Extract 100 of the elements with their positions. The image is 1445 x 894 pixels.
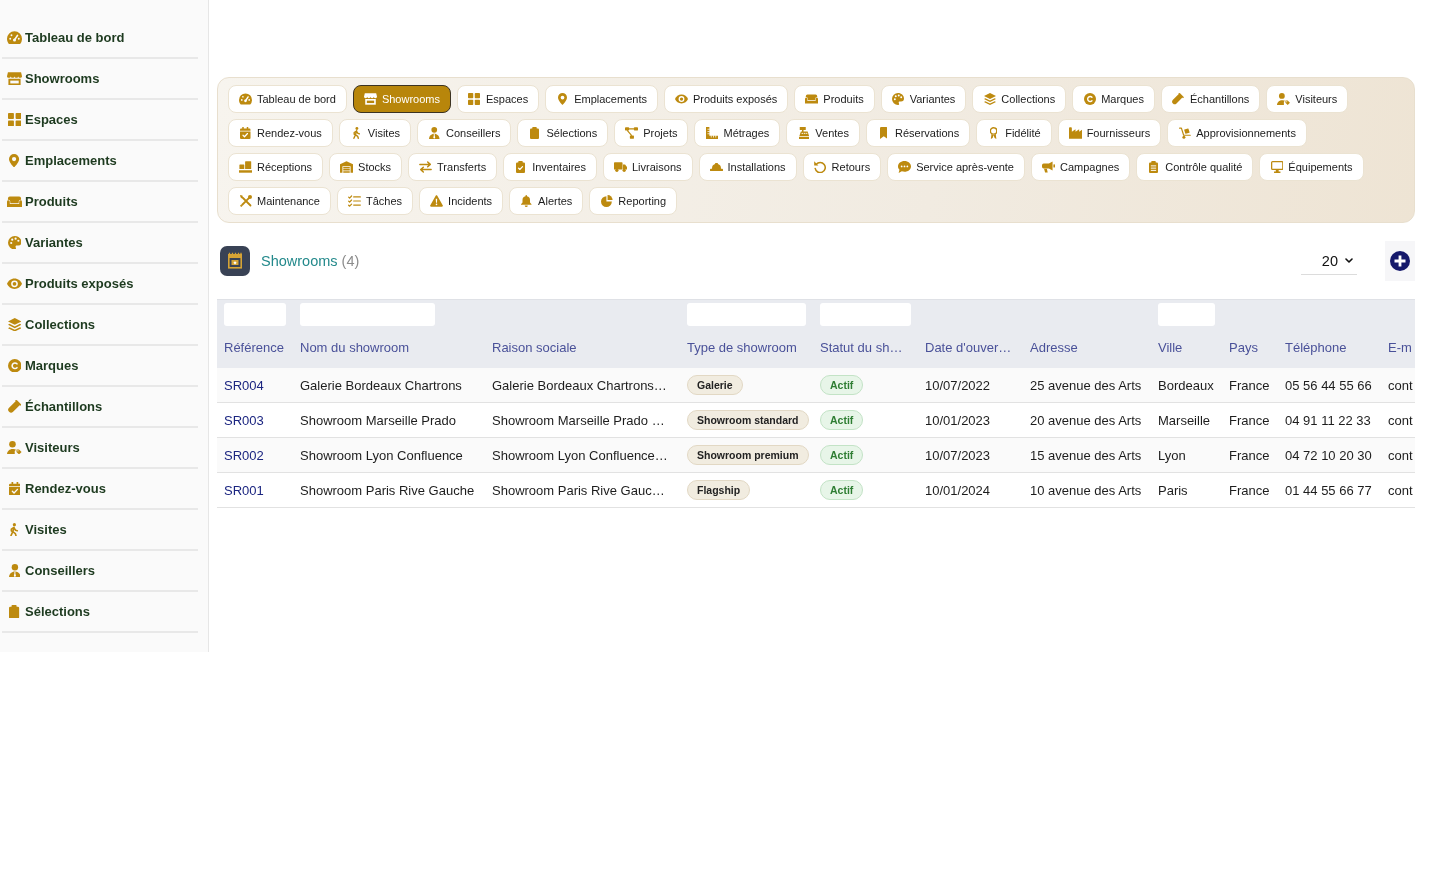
table-cell: Showroom Marseille Prado <box>293 402 485 438</box>
module-tab[interactable]: Emplacements <box>545 85 658 113</box>
layers-icon <box>7 317 22 332</box>
column-header[interactable]: Référence <box>224 340 284 356</box>
module-tab[interactable]: Incidents <box>419 187 504 215</box>
module-tab[interactable]: Marques <box>1072 85 1155 113</box>
checklist-icon <box>348 195 361 207</box>
module-tab[interactable]: Conseillers <box>417 119 512 147</box>
module-tab[interactable]: Ventes <box>786 119 860 147</box>
column-header[interactable]: Ville <box>1158 340 1183 356</box>
clipboard-icon <box>530 127 540 139</box>
store-icon <box>363 93 377 105</box>
module-tab[interactable]: Reporting <box>589 187 678 215</box>
table-cell: 05 56 44 55 66 <box>1278 368 1381 403</box>
type-badge: Showroom standard <box>687 410 809 430</box>
chat-icon <box>898 161 912 173</box>
sidebar-item[interactable]: Showrooms <box>2 59 198 100</box>
pie-chart-icon <box>601 195 613 207</box>
sidebar-item[interactable]: Visiteurs <box>2 428 198 469</box>
module-tab[interactable]: Sélections <box>517 119 609 147</box>
module-tab[interactable]: Stocks <box>329 153 403 181</box>
monitor-icon <box>1270 161 1284 173</box>
column-header[interactable]: Statut du sh… <box>820 340 903 356</box>
module-tab[interactable]: Échantillons <box>1160 85 1261 113</box>
column-header[interactable]: Type de showroom <box>687 340 797 356</box>
column-header[interactable]: Raison sociale <box>492 340 577 356</box>
sidebar-item[interactable]: Échantillons <box>2 387 198 428</box>
reference-link[interactable]: SR003 <box>224 412 264 428</box>
module-tab[interactable]: Produits <box>794 85 875 113</box>
module-tab[interactable]: Campagnes <box>1030 153 1131 181</box>
module-tab[interactable]: Inventaires <box>503 153 597 181</box>
module-tab[interactable]: Service après-vente <box>887 153 1025 181</box>
sidebar-item[interactable]: Produits exposés <box>2 264 198 305</box>
gauge-icon <box>7 30 22 45</box>
type-badge: Flagship <box>687 480 751 500</box>
table-cell: 25 avenue des Arts <box>1023 368 1151 403</box>
module-tab[interactable]: Projets <box>614 119 689 147</box>
table-cell: cont <box>1381 437 1415 473</box>
column-header[interactable]: Nom du showroom <box>300 340 410 356</box>
copyright-icon <box>1083 93 1096 105</box>
palette-icon <box>892 93 905 105</box>
sidebar-item[interactable]: Conseillers <box>2 551 198 592</box>
add-button[interactable] <box>1385 241 1415 281</box>
user-tie-icon <box>429 127 440 139</box>
table-cell: 20 avenue des Arts <box>1023 402 1151 438</box>
eye-icon <box>7 276 22 291</box>
column-header[interactable]: Date d'ouver… <box>925 340 1012 356</box>
table-cell: Galerie Bordeaux Chartrons <box>293 368 485 403</box>
module-tab[interactable]: Contrôle qualité <box>1136 153 1254 181</box>
module-tab[interactable]: Tableau de bord <box>228 85 347 113</box>
module-tab[interactable]: Installations <box>698 153 797 181</box>
module-tab[interactable]: Visites <box>338 119 412 147</box>
module-tab[interactable]: Tâches <box>337 187 414 215</box>
table-cell: France <box>1222 368 1278 403</box>
reference-link[interactable]: SR001 <box>224 482 264 498</box>
module-tab[interactable]: Approvisionnements <box>1167 119 1307 147</box>
walking-person-icon <box>352 127 360 139</box>
module-tab[interactable]: Maintenance <box>228 187 331 215</box>
sidebar-item[interactable]: Marques <box>2 346 198 387</box>
sidebar-item[interactable]: Espaces <box>2 100 198 141</box>
megaphone-icon <box>1041 161 1055 173</box>
module-tab[interactable]: Fournisseurs <box>1057 119 1162 147</box>
module-tab[interactable]: Produits exposés <box>663 85 789 113</box>
sidebar-item[interactable]: Visites <box>2 510 198 551</box>
column-header[interactable]: E-m <box>1388 340 1412 356</box>
module-tab[interactable]: Équipements <box>1259 153 1364 181</box>
module-tab[interactable]: Retours <box>802 153 882 181</box>
clipboard-list-icon <box>1149 161 1159 173</box>
page-size-select[interactable]: 20 <box>1301 247 1357 275</box>
sidebar-item[interactable]: Sélections <box>2 592 198 633</box>
column-header[interactable]: Adresse <box>1030 340 1078 356</box>
module-tab[interactable]: Rendez-vous <box>228 119 333 147</box>
module-tab[interactable]: Métrages <box>694 119 781 147</box>
sidebar-item[interactable]: Emplacements <box>2 141 198 182</box>
sofa-icon <box>7 194 22 209</box>
boxes-icon <box>239 161 252 173</box>
sidebar-item[interactable]: Variantes <box>2 223 198 264</box>
module-tab[interactable]: Transferts <box>408 153 498 181</box>
module-tab[interactable]: Livraisons <box>603 153 693 181</box>
module-tab[interactable]: Visiteurs <box>1266 85 1349 113</box>
module-tab[interactable]: Espaces <box>457 85 540 113</box>
sidebar-item[interactable]: Collections <box>2 305 198 346</box>
module-tab[interactable]: Collections <box>972 85 1067 113</box>
grid-icon <box>468 93 481 105</box>
column-header[interactable]: Téléphone <box>1285 340 1347 356</box>
module-tab[interactable]: Fidélité <box>976 119 1052 147</box>
module-tab[interactable]: Variantes <box>880 85 967 113</box>
module-tab[interactable]: Alertes <box>509 187 584 215</box>
module-tab[interactable]: Réservations <box>865 119 971 147</box>
module-tab[interactable]: Réceptions <box>228 153 324 181</box>
table-cell: 10/07/2022 <box>918 368 1023 403</box>
type-badge: Showroom premium <box>687 445 809 465</box>
sidebar-item[interactable]: Rendez-vous <box>2 469 198 510</box>
hand-truck-icon <box>1178 127 1191 139</box>
warehouse-icon <box>340 161 354 173</box>
sidebar-item[interactable]: Tableau de bord <box>2 18 198 59</box>
table-cell: Bordeaux <box>1151 368 1222 403</box>
sidebar-item[interactable]: Produits <box>2 182 198 223</box>
column-header[interactable]: Pays <box>1229 340 1258 356</box>
table-cell: Showroom Lyon Confluence… <box>485 437 680 473</box>
